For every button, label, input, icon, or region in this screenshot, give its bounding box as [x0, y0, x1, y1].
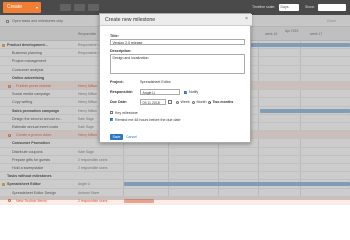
remind-label: Remind me 48 hours before the due date	[115, 117, 181, 122]
toolbar-button-1[interactable]	[60, 4, 71, 11]
responsible-select[interactable]: Angie Li	[140, 89, 180, 95]
dialog-title: Create new milestone	[105, 17, 156, 23]
toolbar-button-3[interactable]	[88, 4, 99, 11]
create-milestone-dialog: Create new milestone × Title: Version 2.…	[99, 13, 252, 143]
timeline-scale-label: Timeline scale:	[252, 5, 276, 9]
toolbar-button-2[interactable]	[74, 4, 85, 11]
show-select[interactable]	[318, 4, 346, 11]
notify-checkbox[interactable]	[184, 90, 188, 95]
title-input[interactable]: Version 2.0 release	[110, 39, 245, 45]
due-month-label: Month	[196, 100, 207, 104]
create-button-label: Create	[7, 4, 23, 10]
due-two-months-radio[interactable]	[208, 100, 212, 104]
due-week-label: Week	[180, 100, 190, 104]
show-label: Show:	[305, 5, 315, 9]
save-button[interactable]: Save	[110, 134, 123, 140]
cancel-link[interactable]: Cancel	[126, 135, 137, 139]
close-icon[interactable]: ×	[245, 16, 248, 22]
dialog-header: Create new milestone ×	[100, 14, 252, 26]
calendar-icon[interactable]	[168, 100, 172, 104]
chevron-down-icon: ▾	[35, 5, 38, 10]
due-two-months-label: Two months	[212, 100, 234, 104]
create-button[interactable]: Create ▾	[3, 2, 41, 13]
title-label: Title:	[110, 34, 119, 38]
project-value: Spreadsheet Editor	[140, 80, 171, 84]
key-milestone-checkbox[interactable]	[110, 111, 114, 115]
key-milestone-label: Key milestone	[115, 110, 138, 115]
project-label: Project:	[110, 80, 124, 84]
timeline-scale-select[interactable]: Days	[279, 4, 299, 11]
responsible-label: Responsible:	[110, 90, 134, 94]
remind-checkbox[interactable]	[110, 118, 114, 122]
due-month-radio[interactable]	[192, 100, 196, 104]
description-textarea[interactable]: Design and localization	[110, 54, 245, 74]
notify-label: Notify	[189, 90, 199, 94]
due-date-input[interactable]: 09.11.2018	[140, 99, 166, 105]
due-week-radio[interactable]	[176, 100, 180, 104]
due-date-label: Due Date:	[110, 100, 128, 104]
description-label: Description:	[110, 49, 132, 53]
